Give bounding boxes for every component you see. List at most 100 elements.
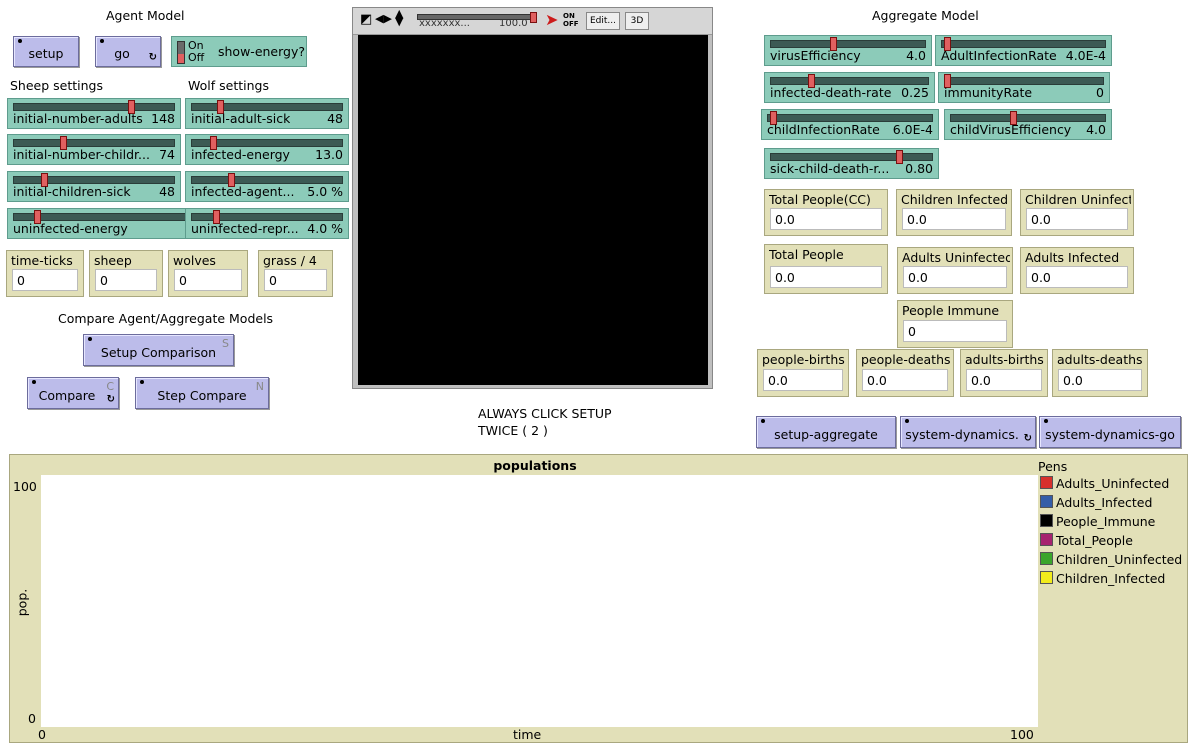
- legend-swatch: [1040, 476, 1053, 489]
- slider-track[interactable]: [950, 114, 1106, 122]
- x-max-label: 100: [1010, 727, 1034, 742]
- virus-efficiency-slider[interactable]: virusEfficiency 4.0: [764, 35, 932, 66]
- legend-swatch: [1040, 495, 1053, 508]
- initial-number-adults-slider[interactable]: initial-number-adults 148: [7, 98, 181, 129]
- adults-infected-monitor: Adults Infected 0.0: [1020, 247, 1134, 294]
- legend-label: Adults_Infected: [1056, 495, 1153, 510]
- sick-child-death-rate-slider[interactable]: sick-child-death-r... 0.80: [764, 148, 939, 179]
- legend-label: Adults_Uninfected: [1056, 476, 1170, 491]
- adult-infection-rate-slider[interactable]: AdultInfectionRate 4.0E-4: [935, 35, 1112, 66]
- slider-track[interactable]: [770, 77, 929, 85]
- uninfected-repr-slider[interactable]: uninfected-repr... 4.0 %: [185, 208, 349, 239]
- pens-title: Pens: [1038, 459, 1068, 474]
- edit-button[interactable]: Edit...: [586, 12, 620, 30]
- setup-button[interactable]: setup: [13, 36, 79, 67]
- agent-model-heading: Agent Model: [106, 8, 185, 23]
- legend-item: People_Immune: [1040, 514, 1155, 529]
- world-canvas[interactable]: [358, 35, 708, 385]
- legend-swatch: [1040, 533, 1053, 546]
- slider-track[interactable]: [944, 77, 1104, 85]
- legend-label: Total_People: [1056, 533, 1133, 548]
- legend-label: Children_Uninfected: [1056, 552, 1183, 567]
- total-people-monitor: Total People 0.0: [764, 244, 888, 294]
- child-virus-efficiency-slider[interactable]: childVirusEfficiency 4.0: [944, 109, 1112, 140]
- slider-track[interactable]: [191, 103, 343, 111]
- populations-plot: populations 100 0 pop. 0 100 time Pens A…: [9, 454, 1188, 743]
- world-view: ◩ ◀▶ ▲ ▼ xxxxxxx... 100.0 ➤ ON OFF Edit..…: [352, 7, 713, 389]
- show-energy-switch[interactable]: On Off show-energy?: [171, 36, 307, 67]
- sheep-settings-label: Sheep settings: [10, 78, 103, 93]
- infected-agent-slider[interactable]: infected-agent... 5.0 %: [185, 171, 349, 202]
- forever-loop-icon: ↻: [106, 394, 115, 405]
- compare-button[interactable]: C Compare ↻: [27, 377, 119, 409]
- legend-swatch: [1040, 571, 1053, 584]
- immunity-rate-slider[interactable]: immunityRate 0: [938, 72, 1110, 103]
- legend-item: Adults_Uninfected: [1040, 476, 1169, 491]
- people-births-monitor: people-births 0.0: [757, 349, 849, 397]
- resize-horizontal-icon[interactable]: ◀▶: [375, 12, 392, 25]
- total-people-cc-monitor: Total People(CC) 0.0: [764, 189, 888, 236]
- y-min-label: 0: [28, 711, 36, 726]
- children-uninfected-monitor: Children Uninfect 0.0: [1020, 189, 1134, 236]
- speed-slider[interactable]: xxxxxxx... 100.0: [417, 12, 537, 29]
- slider-track[interactable]: [770, 40, 926, 48]
- plot-area: [41, 475, 1038, 727]
- x-axis-label: time: [513, 727, 542, 742]
- legend-item: Total_People: [1040, 533, 1133, 548]
- show-energy-label: show-energy?: [218, 44, 306, 59]
- time-ticks-monitor: time-ticks 0: [6, 250, 84, 297]
- slider-track[interactable]: [191, 176, 343, 184]
- slider-thumb[interactable]: [896, 150, 903, 164]
- wolf-settings-label: Wolf settings: [188, 78, 269, 93]
- grass-monitor: grass / 4 0: [258, 250, 333, 297]
- slider-track[interactable]: [13, 139, 175, 147]
- forever-loop-icon: ↻: [1023, 433, 1032, 444]
- slider-track[interactable]: [13, 103, 175, 111]
- plot-title: populations: [493, 458, 577, 473]
- legend-item: Children_Infected: [1040, 571, 1165, 586]
- legend-item: Adults_Infected: [1040, 495, 1152, 510]
- adults-births-monitor: adults-births 0.0: [960, 349, 1048, 397]
- legend-item: Children_Uninfected: [1040, 552, 1182, 567]
- legend-swatch: [1040, 552, 1053, 565]
- view-updates-toggle[interactable]: ON OFF: [563, 12, 583, 28]
- initial-children-sick-slider[interactable]: initial-children-sick 48: [7, 171, 181, 202]
- always-click-setup-note: ALWAYS CLICK SETUP: [478, 406, 612, 421]
- legend-label: People_Immune: [1056, 514, 1156, 529]
- legend-swatch: [1040, 514, 1053, 527]
- switch-thumb[interactable]: [178, 54, 184, 63]
- sheep-monitor: sheep 0: [89, 250, 163, 297]
- setup-comparison-button[interactable]: S Setup Comparison: [83, 334, 234, 366]
- plot-canvas: [41, 475, 1038, 727]
- switch-track[interactable]: [177, 41, 185, 64]
- view-toolbar: ◩ ◀▶ ▲ ▼ xxxxxxx... 100.0 ➤ ON OFF Edit..…: [353, 8, 712, 35]
- initial-number-children-slider[interactable]: initial-number-childr... 74: [7, 134, 181, 165]
- adults-uninfected-monitor: Adults Uninfected 0.0: [897, 247, 1013, 294]
- adults-deaths-monitor: adults-deaths 0.0: [1052, 349, 1148, 397]
- child-infection-rate-slider[interactable]: childInfectionRate 6.0E-4: [761, 109, 939, 140]
- system-dynamics-forever-button[interactable]: system-dynamics. ↻: [900, 416, 1036, 448]
- always-click-twice-note: TWICE ( 2 ): [478, 423, 548, 438]
- children-infected-monitor: Children Infected 0.0: [896, 189, 1012, 236]
- slider-track[interactable]: [13, 176, 175, 184]
- aggregate-model-heading: Aggregate Model: [872, 8, 979, 23]
- step-compare-button[interactable]: N Step Compare: [135, 377, 269, 409]
- x-min-label: 0: [38, 727, 46, 742]
- setup-aggregate-button[interactable]: setup-aggregate: [756, 416, 896, 448]
- 3d-button[interactable]: 3D: [625, 12, 649, 30]
- slider-track[interactable]: [770, 153, 933, 161]
- people-immune-monitor: People Immune 0: [897, 300, 1013, 348]
- initial-adult-sick-slider[interactable]: initial-adult-sick 48: [185, 98, 349, 129]
- resize-vertical-icon[interactable]: ▲ ▼: [395, 8, 403, 27]
- speed-thumb[interactable]: [530, 12, 537, 23]
- go-button[interactable]: go ↻: [95, 36, 161, 67]
- slider-track[interactable]: [767, 114, 933, 122]
- people-deaths-monitor: people-deaths 0.0: [856, 349, 954, 397]
- system-dynamics-go-button[interactable]: system-dynamics-go: [1039, 416, 1181, 448]
- infected-death-rate-slider[interactable]: infected-death-rate 0.25: [764, 72, 935, 103]
- play-arrow-icon[interactable]: ➤: [545, 10, 558, 29]
- legend-label: Children_Infected: [1056, 571, 1166, 586]
- infected-energy-slider[interactable]: infected-energy 13.0: [185, 134, 349, 165]
- slider-track[interactable]: [941, 40, 1106, 48]
- size-icon[interactable]: ◩: [360, 12, 372, 27]
